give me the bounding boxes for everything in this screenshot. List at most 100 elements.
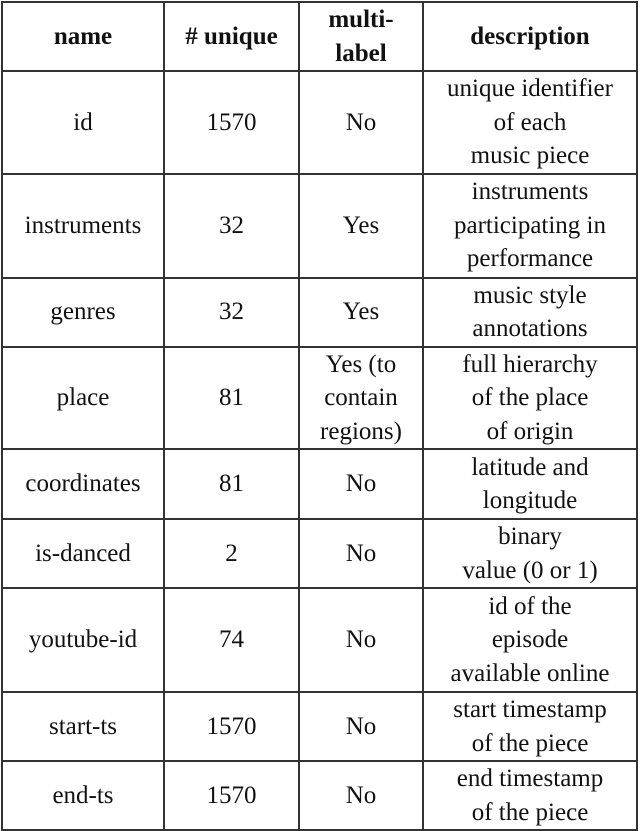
cell-unique: 2 [163, 518, 300, 589]
cell-multilabel-line: contain [324, 384, 398, 411]
cell-name: id [1, 70, 165, 175]
cell-unique-line: 32 [219, 211, 244, 239]
cell-description-line: value (0 or 1) [462, 556, 598, 584]
cell-name: place [1, 345, 165, 450]
cell-description-line: id of the [488, 592, 572, 620]
cell-description-line: performance [466, 245, 594, 273]
cell-name: end-ts [1, 760, 165, 831]
cell-description-line: latitude and [471, 453, 589, 481]
cell-multilabel-line: Yes [342, 211, 380, 239]
cell-unique-line: 1570 [206, 712, 257, 740]
cell-name-line: is-danced [35, 539, 131, 567]
cell-multilabel-line: No [345, 781, 377, 809]
cell-description-line: unique identifier [447, 75, 613, 102]
cell-multilabel-line: regions) [320, 417, 402, 445]
cell-name-line: id [73, 108, 93, 136]
cell-description-line: of origin [486, 417, 574, 445]
cell-description-line: available online [450, 659, 610, 687]
cell-multilabel: No [298, 691, 424, 762]
cell-description-line: participating in [453, 211, 607, 239]
header-unique-text: # unique [185, 22, 278, 50]
table-row: youtube-id 74 No id of the episode available … [1, 587, 638, 693]
cell-multilabel-line: No [345, 470, 377, 498]
cell-unique: 32 [163, 276, 300, 348]
cell-description-line: music style [473, 281, 587, 309]
cell-description: full hierarchy of the place of origin [422, 345, 638, 450]
header-multilabel: multi-label [298, 1, 424, 72]
cell-unique-line: 81 [219, 470, 244, 498]
cell-unique: 32 [163, 172, 300, 279]
cell-description-line: of the piece [471, 729, 589, 757]
cell-description-line: episode [491, 626, 569, 654]
cell-description-line: start timestamp [453, 696, 607, 723]
cell-name-line: genres [50, 298, 116, 326]
cell-multilabel-line: No [345, 539, 377, 567]
cell-description: binary value (0 or 1) [422, 518, 638, 589]
cell-name-line: start-ts [48, 712, 118, 740]
cell-name-line: coordinates [25, 470, 141, 498]
cell-description-line: instruments [471, 178, 589, 206]
cell-description: id of the episode available online [422, 587, 638, 693]
cell-description: latitude and longitude [422, 448, 638, 520]
cell-description: music style annotations [422, 276, 638, 348]
cell-description-line: end timestamp [456, 765, 604, 792]
header-name: name [1, 1, 165, 72]
cell-name: is-danced [1, 518, 165, 589]
cell-name-line: youtube-id [28, 626, 138, 654]
table-row: end-ts 1570 No end timestamp of the piece [1, 760, 638, 831]
cell-description-line: music piece [470, 142, 590, 169]
header-multilabel-line: label [335, 39, 387, 67]
header-row: name # unique multi-label description [1, 1, 638, 72]
cell-name-line: place [56, 384, 110, 411]
cell-name: instruments [1, 172, 165, 279]
cell-multilabel-line: No [345, 108, 377, 136]
cell-multilabel-line: No [345, 712, 377, 740]
cell-name-line: end-ts [52, 781, 114, 809]
cell-unique-line: 81 [219, 384, 244, 411]
cell-multilabel-line: Yes (to [325, 350, 397, 378]
cell-multilabel: No [298, 760, 424, 831]
table-row: is-danced 2 No binary value (0 or 1) [1, 518, 638, 589]
header-description-text: description [470, 22, 590, 50]
header-name-text: name [53, 22, 113, 50]
cell-unique-line: 32 [219, 298, 244, 326]
table-row: instruments 32 Yes instruments participating… [1, 172, 638, 279]
cell-multilabel: No [298, 70, 424, 175]
cell-multilabel: Yes [298, 172, 424, 279]
cell-multilabel: No [298, 518, 424, 589]
cell-unique: 1570 [163, 691, 300, 762]
header-description: description [422, 1, 638, 72]
cell-description: end timestamp of the piece [422, 760, 638, 831]
header-multilabel-line: multi- [328, 6, 394, 33]
table-row: genres 32 Yes music style annotations [1, 276, 638, 348]
cell-multilabel-line: Yes [342, 298, 380, 326]
cell-unique: 1570 [163, 760, 300, 831]
table-row: id 1570 No unique identifier of each music pi… [1, 70, 638, 175]
cell-multilabel: No [298, 587, 424, 693]
cell-description-line: of each [493, 108, 567, 136]
cell-unique: 81 [163, 345, 300, 450]
cell-name: youtube-id [1, 587, 165, 693]
cell-unique: 81 [163, 448, 300, 520]
cell-name: genres [1, 276, 165, 348]
table-row: place 81 Yes (to contain regions) full hierar… [1, 345, 638, 450]
header-unique: # unique [163, 1, 300, 72]
cell-name: start-ts [1, 691, 165, 762]
cell-description-line: annotations [472, 315, 588, 342]
cell-multilabel: No [298, 448, 424, 520]
cell-description-line: longitude [482, 487, 578, 514]
cell-name-line: instruments [24, 211, 142, 239]
cell-description-line: full hierarchy [462, 350, 598, 378]
cell-description-line: binary [498, 523, 562, 550]
metadata-table: name # unique multi-label description id… [1, 1, 638, 831]
cell-unique: 1570 [163, 70, 300, 175]
cell-description: unique identifier of each music piece [422, 70, 638, 175]
cell-description: start timestamp of the piece [422, 691, 638, 762]
cell-multilabel-line: No [345, 626, 377, 654]
cell-description: instruments participating in performance [422, 172, 638, 279]
cell-unique-line: 1570 [206, 108, 257, 136]
cell-unique-line: 1570 [206, 781, 257, 809]
cell-unique-line: 2 [225, 539, 238, 567]
cell-unique-line: 74 [219, 626, 244, 654]
cell-unique: 74 [163, 587, 300, 693]
